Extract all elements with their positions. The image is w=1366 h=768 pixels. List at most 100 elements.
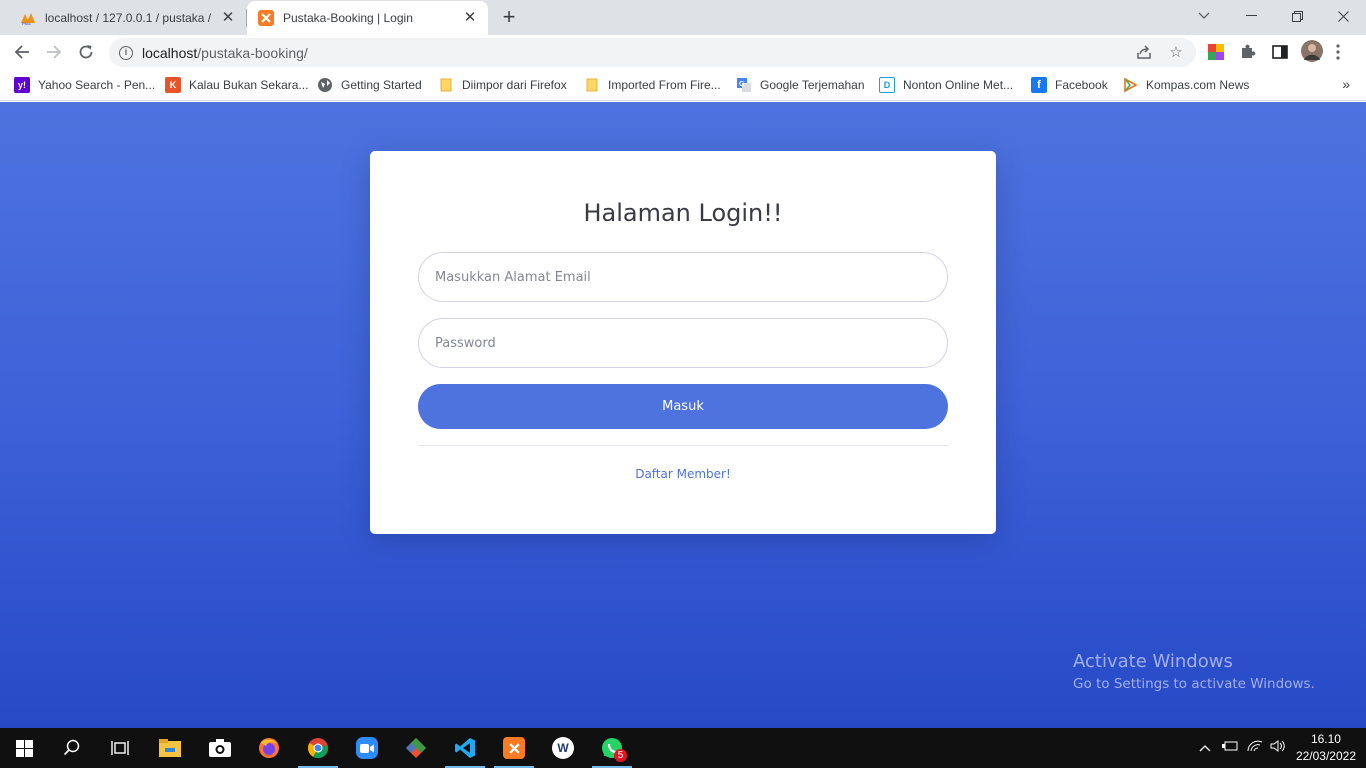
password-field[interactable] <box>418 318 948 368</box>
folder-icon <box>584 77 600 93</box>
task-view-button[interactable] <box>96 728 144 768</box>
share-icon[interactable] <box>1135 44 1153 62</box>
volume-icon[interactable] <box>1270 740 1286 755</box>
phpmyadmin-icon: PMA <box>20 10 36 26</box>
bookmark-google-terjemahan[interactable]: G Google Terjemahan <box>736 76 865 94</box>
watermark-subtitle: Go to Settings to activate Windows. <box>1073 676 1315 692</box>
svg-text:G: G <box>739 81 745 88</box>
register-link[interactable]: Daftar Member! <box>370 467 996 481</box>
extensions-puzzle-icon[interactable] <box>1239 43 1257 61</box>
reload-button[interactable] <box>73 39 99 65</box>
bookmark-folder-imported[interactable]: Imported From Fire... <box>584 76 721 94</box>
bookmark-yahoo[interactable]: y! Yahoo Search - Pen... <box>14 76 155 94</box>
bookmark-label: Google Terjemahan <box>760 78 865 92</box>
bookmark-kompas[interactable]: Kompas.com News <box>1122 76 1249 94</box>
svg-text:PMA: PMA <box>22 21 31 26</box>
tab-phpmyadmin[interactable]: PMA localhost / 127.0.0.1 / pustaka / b … <box>0 0 246 35</box>
bookmark-label: Nonton Online Met... <box>903 78 1014 92</box>
task-view-icon <box>111 741 129 755</box>
profile-avatar[interactable] <box>1301 40 1323 62</box>
bookmark-label: Kalau Bukan Sekara... <box>189 78 309 92</box>
close-tab-icon[interactable]: ✕ <box>220 9 236 26</box>
xampp-icon <box>503 737 525 759</box>
vscode-button[interactable] <box>441 728 489 768</box>
more-bookmarks-chevron-icon[interactable]: » <box>1342 76 1350 92</box>
google-translate-icon: G <box>736 77 752 93</box>
folder-icon <box>159 739 181 757</box>
windows-logo-icon <box>15 739 33 757</box>
file-explorer-button[interactable] <box>146 728 194 768</box>
site-info-icon[interactable]: i <box>119 45 133 60</box>
divider <box>418 445 948 446</box>
tab-title: localhost / 127.0.0.1 / pustaka / b <box>45 10 214 25</box>
forward-button[interactable] <box>41 39 67 65</box>
start-button[interactable] <box>0 728 48 768</box>
firefox-button[interactable] <box>245 728 293 768</box>
whatsapp-button[interactable]: 5 <box>588 728 636 768</box>
close-window-button[interactable] <box>1320 0 1366 32</box>
notification-badge: 5 <box>614 749 627 762</box>
git-icon <box>406 738 426 758</box>
back-button[interactable] <box>9 39 35 65</box>
zoom-button[interactable] <box>343 728 391 768</box>
page-background: Halaman Login!! Masuk Daftar Member! Act… <box>0 102 1366 728</box>
browser-toolbar: i localhost/pustaka-booking/ ☆ <box>0 35 1366 69</box>
bookmark-label: Imported From Fire... <box>608 78 721 92</box>
bookmark-kalau-bukan-sekarang[interactable]: K Kalau Bukan Sekara... <box>165 76 308 94</box>
minimize-button[interactable] <box>1228 0 1274 32</box>
page-title: Halaman Login!! <box>583 199 783 227</box>
bookmark-label: Kompas.com News <box>1146 78 1250 92</box>
bookmark-getting-started[interactable]: Getting Started <box>317 76 422 94</box>
kompas-icon <box>1122 77 1138 93</box>
bookmark-folder-diimpor[interactable]: Diimpor dari Firefox <box>438 76 567 94</box>
login-button[interactable]: Masuk <box>418 384 948 429</box>
show-hidden-icons-chevron-icon[interactable] <box>1199 740 1211 755</box>
login-card: Halaman Login!! Masuk Daftar Member! <box>370 151 996 534</box>
battery-icon[interactable] <box>1222 740 1238 755</box>
camera-icon <box>209 739 231 757</box>
windows-taskbar: W 5 16.10 22/03/2022 <box>0 728 1366 768</box>
bookmark-star-icon[interactable]: ☆ <box>1167 44 1185 62</box>
wifi-icon[interactable] <box>1247 740 1263 755</box>
search-icon <box>63 739 80 756</box>
camera-app-button[interactable] <box>196 728 244 768</box>
tab-search-button[interactable] <box>1181 0 1227 32</box>
clock-time: 16.10 <box>1310 732 1341 746</box>
globe-icon <box>317 77 333 93</box>
close-tab-icon[interactable]: ✕ <box>462 10 478 26</box>
color-extension-icon[interactable] <box>1207 43 1225 61</box>
folder-icon <box>438 77 454 93</box>
firefox-icon <box>259 738 279 758</box>
search-button[interactable] <box>48 728 96 768</box>
bookmark-label: Getting Started <box>341 78 422 92</box>
git-gui-button[interactable] <box>392 728 440 768</box>
clock-date: 22/03/2022 <box>1295 749 1356 763</box>
bookmark-facebook[interactable]: f Facebook <box>1031 76 1108 94</box>
tab-pustaka-booking[interactable]: Pustaka-Booking | Login ✕ <box>247 1 488 35</box>
xampp-button[interactable] <box>490 728 538 768</box>
facebook-icon: f <box>1031 77 1047 93</box>
restore-button[interactable] <box>1274 0 1320 32</box>
tab-title: Pustaka-Booking | Login <box>283 11 413 25</box>
bookmark-label: Diimpor dari Firefox <box>462 78 567 92</box>
d-icon: D <box>879 77 895 93</box>
zoom-icon <box>356 737 378 759</box>
chrome-button[interactable] <box>294 728 342 768</box>
address-bar[interactable]: i localhost/pustaka-booking/ ☆ <box>109 38 1196 67</box>
email-field[interactable] <box>418 252 948 302</box>
new-tab-button[interactable]: + <box>497 6 521 30</box>
vscode-icon <box>455 738 475 758</box>
browser-menu-icon[interactable] <box>1336 44 1354 62</box>
watermark-title: Activate Windows <box>1073 651 1233 672</box>
bookmarks-bar: y! Yahoo Search - Pen... K Kalau Bukan S… <box>0 69 1366 101</box>
xampp-icon <box>258 10 274 26</box>
yahoo-icon: y! <box>14 77 30 93</box>
system-clock[interactable]: 16.10 22/03/2022 <box>1296 731 1356 765</box>
app-icon: W <box>552 737 574 759</box>
side-panel-icon[interactable] <box>1271 43 1289 61</box>
app-button[interactable]: W <box>539 728 587 768</box>
bookmark-label: Facebook <box>1055 78 1108 92</box>
activate-windows-watermark: Activate Windows Go to Settings to activ… <box>1073 651 1315 692</box>
bookmark-nonton-online[interactable]: D Nonton Online Met... <box>879 76 1013 94</box>
chrome-icon <box>308 738 329 759</box>
